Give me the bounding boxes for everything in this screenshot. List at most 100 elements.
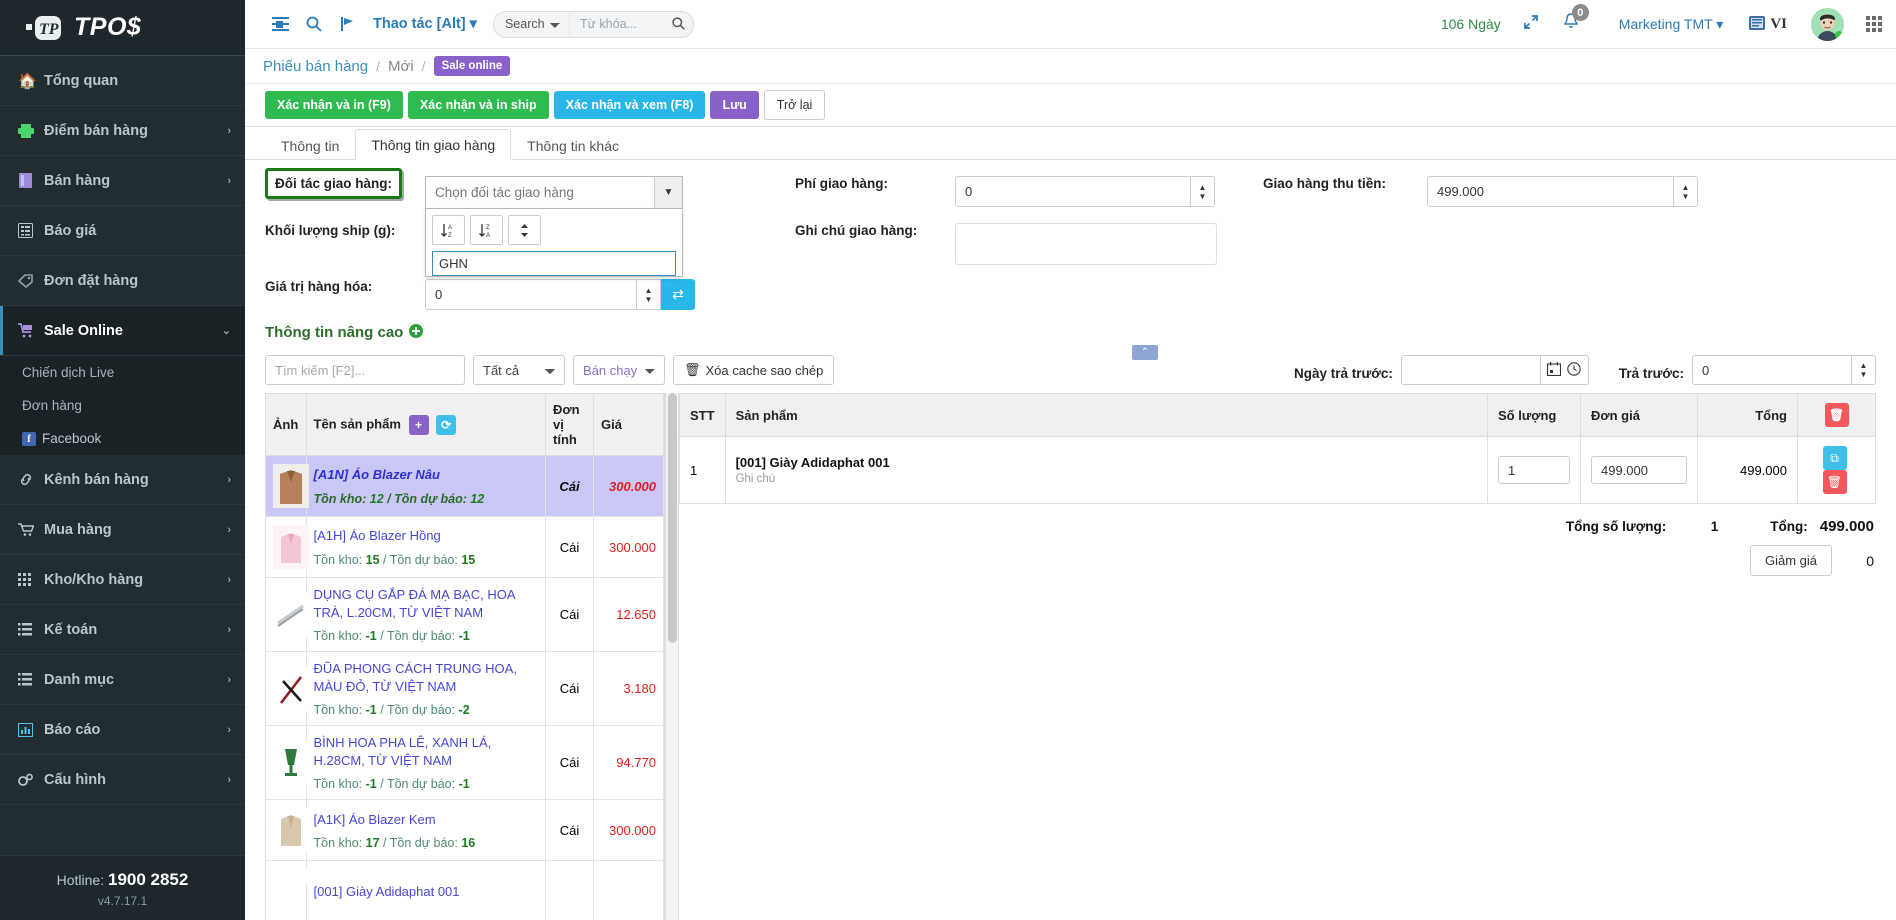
sidebar-item-danh-muc[interactable]: Danh mục › [0, 655, 245, 705]
sidebar-item-kho-hang[interactable]: Kho/Kho hàng › [0, 555, 245, 605]
breadcrumb-root[interactable]: Phiếu bán hàng [263, 58, 368, 75]
table-row[interactable]: BÌNH HOA PHA LÊ, XANH LÁ, H.28CM, TỪ VIỆ… [266, 725, 664, 801]
stock-value: 15 [365, 552, 380, 567]
avatar[interactable] [1811, 7, 1844, 41]
sidebar-item-don-dat-hang[interactable]: Đơn đặt hàng [0, 256, 245, 306]
clear-cache-button[interactable]: 🗑 Xóa cache sao chép [673, 355, 835, 385]
discount-button[interactable]: Giảm giá [1749, 545, 1832, 576]
sidebar-subitem-don-hang[interactable]: Đơn hàng [0, 389, 245, 422]
sidebar-item-ke-toan[interactable]: Kế toán › [0, 605, 245, 655]
product-thumb-cell [266, 651, 309, 727]
prepay-date-pickers[interactable] [1540, 355, 1589, 385]
table-row[interactable]: 1 [001] Giày Adidaphat 001 Ghi chú 1 499… [679, 436, 1876, 504]
product-name[interactable]: BÌNH HOA PHA LÊ, XANH LÁ, H.28CM, TỪ VIỆ… [314, 734, 539, 769]
sort-asc-button[interactable]: AZ [432, 215, 465, 245]
sidebar-item-mua-hang[interactable]: Mua hàng › [0, 505, 245, 555]
confirm-print-ship-button[interactable]: Xác nhận và in ship [407, 91, 549, 119]
total-qty-label: Tổng số lượng: [1565, 519, 1667, 534]
order-unit-price-input[interactable] [1591, 456, 1687, 484]
table-row[interactable]: [A1N] Áo Blazer Nâu Tồn kho: 12 / Tồn dự… [266, 455, 664, 517]
delete-all-icon[interactable]: 🗑 [1824, 403, 1849, 427]
table-row[interactable]: ĐŨA PHONG CÁCH TRUNG HOA, MÀU ĐỎ, TỪ VIỆ… [266, 651, 664, 727]
sidebar-subitem-chien-dich-live[interactable]: Chiến dịch Live [0, 356, 245, 389]
stock-value: 12 [369, 491, 384, 506]
sidebar-item-cau-hinh[interactable]: Cấu hình › [0, 755, 245, 805]
chevron-down-icon[interactable]: ▼ [654, 177, 682, 208]
cod-stepper[interactable]: ▲ ▼ [1674, 176, 1698, 207]
trash-icon: 🗑 [684, 362, 701, 377]
collapse-panel-toggle[interactable]: ⌃ [1132, 345, 1158, 360]
prepay-stepper[interactable]: ▲ ▼ [1852, 355, 1876, 385]
expand-icon[interactable] [1523, 14, 1539, 34]
product-name[interactable]: [A1N] Áo Blazer Nâu [314, 466, 539, 484]
goods-value-stepper[interactable]: ▲ ▼ [637, 279, 661, 310]
sort-toggle-button[interactable] [508, 215, 541, 245]
discount-value: 0 [1866, 552, 1874, 569]
tab-thong-tin-giao-hang[interactable]: Thông tin giao hàng [355, 129, 512, 160]
prepay-date-input[interactable] [1400, 355, 1541, 385]
search-scope-select[interactable]: Search [492, 10, 569, 38]
sidebar-toggle-icon[interactable] [263, 7, 297, 41]
search-icon[interactable] [297, 7, 331, 41]
calendar-icon[interactable] [1547, 361, 1562, 379]
prepay-input[interactable] [1692, 355, 1852, 385]
advanced-info-toggle[interactable]: Thông tin nâng cao [265, 324, 1876, 341]
order-qty-input[interactable] [1498, 456, 1570, 484]
hotline-number[interactable]: 1900 2852 [108, 870, 188, 889]
refresh-products-icon[interactable]: ⟳ [436, 414, 457, 435]
apps-grid-icon[interactable] [1866, 16, 1882, 32]
confirm-view-f8-button[interactable]: Xác nhận và xem (F8) [553, 91, 706, 119]
save-button[interactable]: Lưu [710, 91, 759, 119]
table-row[interactable]: [A1K] Áo Blazer Kem Tồn kho: 17 / Tồn dự… [266, 799, 664, 862]
product-name[interactable]: DỤNG CỤ GẮP ĐÁ MẠ BẠC, HOA TRÀ, L.20CM, … [314, 586, 539, 621]
ship-fee-stepper[interactable]: ▲ ▼ [1191, 176, 1215, 207]
delete-icon[interactable]: 🗑 [1822, 470, 1847, 494]
product-name[interactable]: [A1H] Áo Blazer Hồng [314, 527, 539, 545]
back-button[interactable]: Trở lại [763, 90, 826, 120]
product-search-input[interactable] [265, 355, 465, 385]
sort-filter-select[interactable]: Bán chạy [573, 355, 665, 385]
sidebar-item-bao-gia[interactable]: Báo giá [0, 206, 245, 256]
forecast-label: Tồn dự báo: [386, 703, 456, 718]
product-name[interactable]: [A1K] Áo Blazer Kem [314, 811, 539, 829]
sidebar-item-kenh-ban-hang[interactable]: Kênh bán hàng › [0, 455, 245, 505]
action-menu-button[interactable]: Thao tác [Alt] ▾ [373, 16, 477, 32]
goods-value-input[interactable] [425, 279, 637, 310]
product-list-scrollbar[interactable] [665, 393, 679, 920]
sidebar-item-ban-hang[interactable]: Bán hàng › [0, 156, 245, 206]
sidebar-item-sale-online[interactable]: Sale Online ⌄ [0, 306, 245, 356]
breadcrumb-separator: / [421, 58, 426, 74]
order-product-note[interactable]: Ghi chú [736, 473, 1477, 485]
table-row[interactable]: [A1H] Áo Blazer Hồng Tồn kho: 15 / Tồn d… [266, 516, 664, 578]
ship-note-textarea[interactable] [955, 223, 1217, 265]
product-name[interactable]: [001] Giày Adidaphat 001 [314, 883, 539, 901]
copy-icon[interactable]: ⧉ [1822, 446, 1847, 470]
sidebar-item-diem-ban-hang[interactable]: Điểm bán hàng › [0, 106, 245, 156]
tab-thong-tin[interactable]: Thông tin [265, 130, 355, 160]
search-input[interactable] [568, 10, 694, 38]
scrollbar-thumb[interactable] [668, 393, 677, 643]
product-name[interactable]: ĐŨA PHONG CÁCH TRUNG HOA, MÀU ĐỎ, TỪ VIỆ… [314, 660, 539, 695]
pin-icon[interactable] [331, 7, 365, 41]
category-filter-select[interactable]: Tất cả [473, 355, 565, 385]
swap-icon[interactable]: ⇄ [661, 279, 695, 310]
language-switcher[interactable]: VI [1749, 15, 1787, 33]
sort-desc-button[interactable]: ZA [470, 215, 503, 245]
sidebar-logo[interactable]: TP TPO$ [0, 0, 245, 56]
add-product-icon[interactable]: + [408, 414, 429, 435]
notifications-button[interactable]: 0 [1563, 4, 1589, 35]
partner-select[interactable]: Chọn đối tác giao hàng ▼ [425, 176, 683, 209]
sidebar-item-bao-cao[interactable]: Báo cáo › [0, 705, 245, 755]
sidebar-item-tong-quan[interactable]: 🏠 Tổng quan [0, 56, 245, 106]
ship-fee-input[interactable] [955, 176, 1191, 207]
sidebar-subitem-facebook[interactable]: f Facebook [0, 422, 245, 455]
tab-thong-tin-khac[interactable]: Thông tin khác [511, 130, 635, 160]
table-row[interactable]: [001] Giày Adidaphat 001 [266, 860, 664, 920]
partner-search-input[interactable] [432, 251, 676, 276]
table-row[interactable]: DỤNG CỤ GẮP ĐÁ MẠ BẠC, HOA TRÀ, L.20CM, … [266, 577, 664, 653]
chevron-right-icon: › [227, 174, 231, 187]
account-menu-button[interactable]: Marketing TMT ▾ [1619, 16, 1724, 33]
confirm-print-f9-button[interactable]: Xác nhận và in (F9) [265, 91, 403, 119]
clock-icon[interactable] [1567, 361, 1582, 379]
cod-input[interactable] [1427, 176, 1674, 207]
